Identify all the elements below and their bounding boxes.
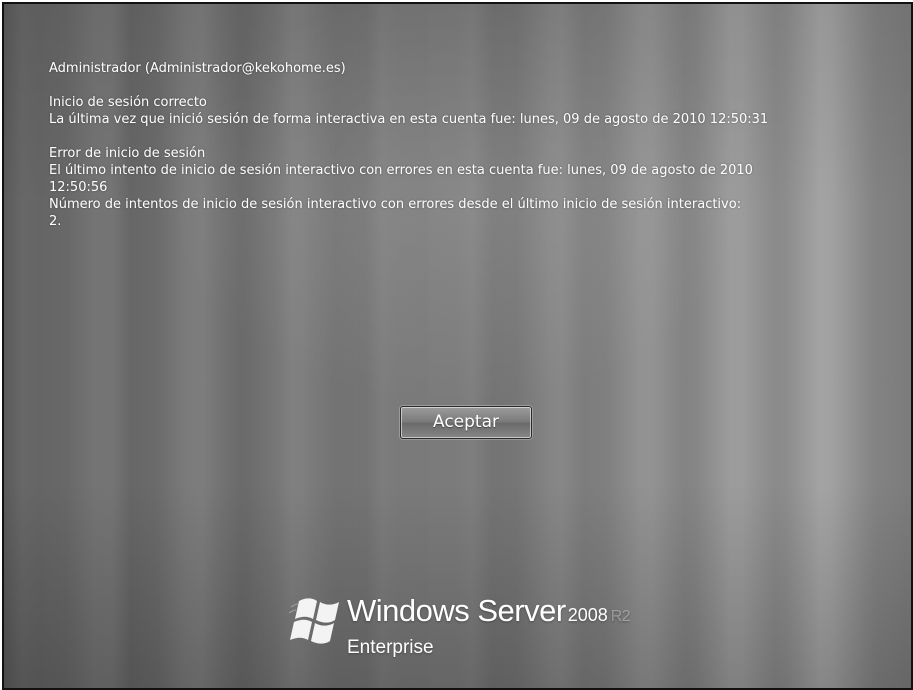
failure-detail-line2: 12:50:56 bbox=[49, 180, 108, 195]
failure-detail-line1: El último intento de inicio de sesión in… bbox=[49, 163, 753, 178]
product-name: Windows Server 2008 R2 bbox=[347, 593, 631, 629]
product-title: Windows Server bbox=[347, 593, 566, 628]
failure-count-line2: 2. bbox=[49, 214, 62, 229]
account-name: Administrador (Administrador@kekohome.es… bbox=[49, 61, 346, 76]
logon-screen: Administrador (Administrador@kekohome.es… bbox=[2, 2, 913, 690]
product-release: R2 bbox=[610, 608, 631, 625]
ok-button[interactable]: Aceptar bbox=[400, 406, 532, 439]
product-edition: Enterprise bbox=[347, 637, 434, 658]
logon-info-messages: Administrador (Administrador@kekohome.es… bbox=[49, 60, 879, 230]
success-heading: Inicio de sesión correcto bbox=[49, 95, 207, 110]
failure-count-line1: Número de intentos de inicio de sesión i… bbox=[49, 197, 742, 212]
success-detail: La última vez que inició sesión de forma… bbox=[49, 112, 769, 127]
windows-flag-icon bbox=[289, 598, 339, 644]
windows-server-branding: Windows Server 2008 R2 Enterprise bbox=[289, 587, 689, 677]
product-version: 2008 bbox=[567, 605, 608, 625]
failure-heading: Error de inicio de sesión bbox=[49, 146, 206, 161]
